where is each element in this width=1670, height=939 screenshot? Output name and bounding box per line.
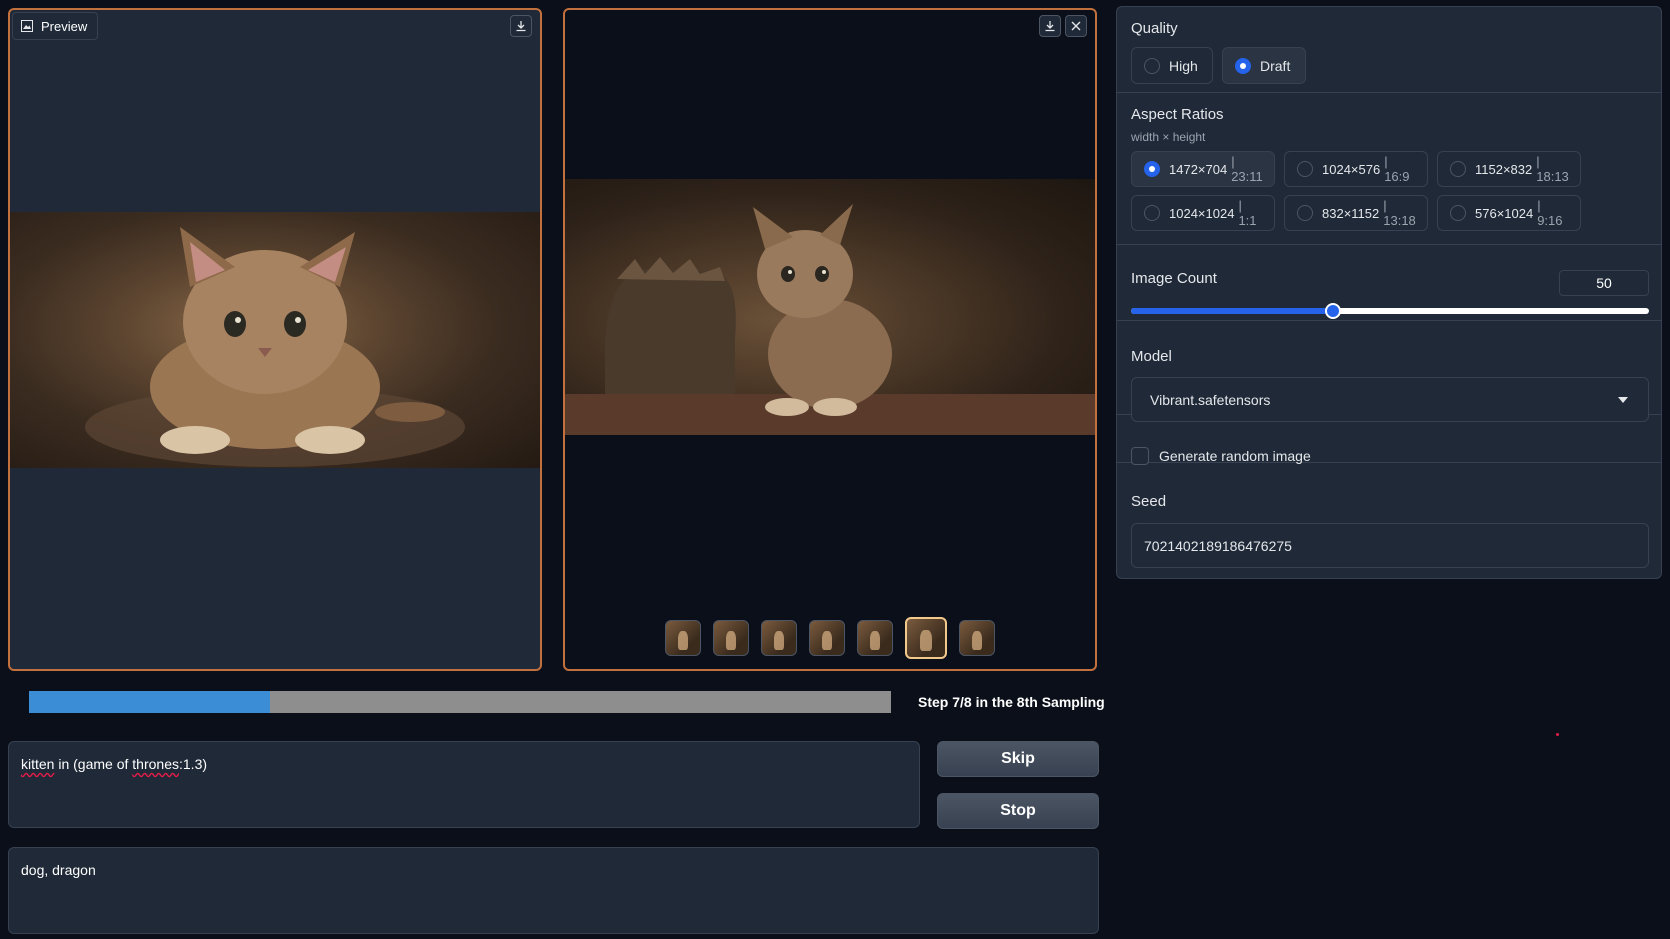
image-icon	[21, 20, 33, 32]
radio-dot	[1144, 161, 1160, 177]
generate-random-label: Generate random image	[1159, 448, 1311, 464]
gallery-thumbnail[interactable]	[713, 620, 749, 656]
quality-option-label: High	[1169, 57, 1198, 74]
aspect-ratio-ratio: | 16:9	[1384, 154, 1410, 184]
seed-input[interactable]: 7021402189186476275	[1131, 523, 1649, 568]
prompt-text: kitten in (game of thrones:1.3)	[21, 756, 208, 772]
aspect-ratio-ratio: | 23:11	[1231, 154, 1263, 184]
seed-label: Seed	[1131, 493, 1167, 510]
seed-value: 7021402189186476275	[1144, 537, 1292, 554]
model-label: Model	[1131, 348, 1172, 365]
kitten-illustration	[565, 204, 1095, 435]
aspect-ratio-size: 576×1024	[1475, 205, 1534, 221]
image-count-slider[interactable]	[1131, 303, 1649, 319]
aspect-ratio-option[interactable]: 1024×1024 | 1:1	[1131, 195, 1275, 231]
aspect-ratio-section: Aspect Ratios width × height 1472×704 | 2…	[1117, 93, 1661, 245]
close-icon	[1071, 21, 1081, 31]
aspect-ratio-ratio: | 1:1	[1238, 198, 1257, 228]
aspect-ratio-option[interactable]: 832×1152 | 13:18	[1284, 195, 1428, 231]
quality-option-label: Draft	[1260, 57, 1291, 74]
aspect-ratio-ratio: | 9:16	[1537, 198, 1563, 228]
misspelled-word: kitten	[21, 756, 55, 772]
aspect-ratio-size: 1472×704	[1169, 161, 1228, 177]
generate-random-checkbox[interactable]: Generate random image	[1131, 447, 1311, 465]
settings-panel: Quality High Draft Aspect Ratios width ×…	[1116, 6, 1662, 579]
aspect-ratio-size: 1024×576	[1322, 161, 1381, 177]
aspect-ratio-ratio: | 13:18	[1383, 198, 1416, 228]
radio-dot	[1144, 57, 1160, 74]
gallery-thumbnail[interactable]	[809, 620, 845, 656]
gallery-thumbnail[interactable]	[857, 620, 893, 656]
download-icon	[516, 21, 526, 32]
radio-dot	[1450, 205, 1466, 221]
download-icon	[1045, 21, 1055, 32]
image-count-label: Image Count	[1131, 270, 1217, 287]
aspect-ratio-size: 832×1152	[1322, 205, 1380, 221]
progress-fill	[29, 691, 271, 713]
kitten-illustration	[85, 227, 465, 467]
aspect-ratio-option[interactable]: 576×1024 | 9:16	[1437, 195, 1581, 231]
quality-option-high[interactable]: High	[1131, 47, 1213, 84]
gallery-panel	[563, 8, 1097, 671]
quality-option-draft[interactable]: Draft	[1222, 47, 1306, 84]
radio-dot	[1235, 57, 1251, 74]
gallery-thumbnail[interactable]	[665, 620, 701, 656]
radio-dot	[1297, 161, 1313, 177]
model-value: Vibrant.safetensors	[1150, 391, 1271, 408]
slider-fill	[1131, 308, 1334, 314]
preview-image	[10, 212, 540, 468]
misspelled-word: thrones	[132, 756, 179, 772]
skip-button[interactable]: Skip	[937, 741, 1099, 777]
negative-prompt-input[interactable]: dog, dragon	[8, 847, 1099, 934]
stop-button[interactable]: Stop	[937, 793, 1099, 829]
slider-thumb[interactable]	[1325, 303, 1342, 319]
checkbox-box[interactable]	[1131, 447, 1149, 465]
aspect-ratio-ratio: | 18:13	[1536, 154, 1569, 184]
radio-dot	[1144, 205, 1160, 221]
gallery-thumbnail[interactable]	[959, 620, 995, 656]
aspect-ratio-size: 1024×1024	[1169, 205, 1235, 221]
radio-dot	[1297, 205, 1313, 221]
progress-status-text: Step 7/8 in the 8th Sampling	[918, 694, 1105, 710]
aspect-ratio-size: 1152×832	[1475, 161, 1533, 177]
thumbnail-strip	[565, 617, 1095, 659]
negative-prompt-text: dog, dragon	[21, 862, 96, 878]
download-button[interactable]	[510, 15, 532, 37]
preview-tag-label: Preview	[41, 18, 88, 34]
progress-bar	[29, 691, 891, 713]
quality-label: Quality	[1131, 20, 1178, 37]
aspect-ratio-option[interactable]: 1024×576 | 16:9	[1284, 151, 1428, 187]
cursor-dot	[1556, 733, 1559, 736]
aspect-ratio-option[interactable]: 1472×704 | 23:11	[1131, 151, 1275, 187]
preview-tag: Preview	[12, 12, 99, 40]
gallery-close-button[interactable]	[1065, 15, 1087, 37]
aspect-ratio-label: Aspect Ratios	[1131, 106, 1224, 123]
preview-panel: Preview	[8, 8, 542, 671]
gallery-thumbnail[interactable]	[761, 620, 797, 656]
aspect-ratio-sublabel: width × height	[1131, 130, 1206, 144]
prompt-input[interactable]: kitten in (game of thrones:1.3)	[8, 741, 920, 828]
quality-section: Quality High Draft	[1117, 7, 1661, 93]
gallery-thumbnail[interactable]	[905, 617, 947, 659]
gallery-image	[565, 179, 1095, 435]
image-count-input[interactable]: 50	[1559, 270, 1649, 296]
gallery-download-button[interactable]	[1039, 15, 1061, 37]
radio-dot	[1450, 161, 1466, 177]
chevron-down-icon	[1618, 397, 1628, 403]
aspect-ratio-option[interactable]: 1152×832 | 18:13	[1437, 151, 1581, 187]
